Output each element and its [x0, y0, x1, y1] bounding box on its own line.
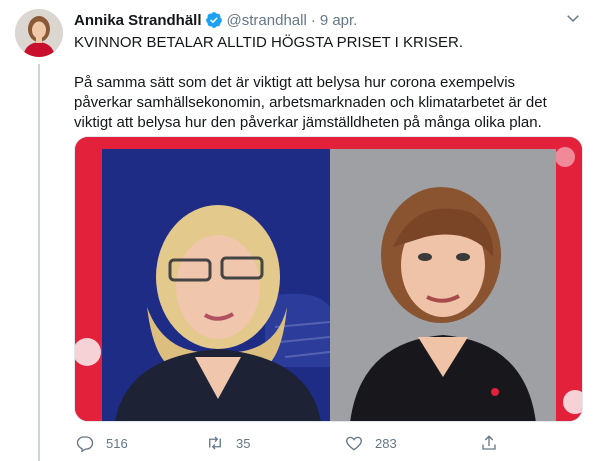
- heart-icon: [346, 436, 362, 451]
- tweet-text-headline: KVINNOR BETALAR ALLTID HÖGSTA PRISET I K…: [74, 34, 463, 51]
- reply-count: 516: [106, 435, 128, 451]
- separator-dot: ·: [310, 11, 316, 29]
- share-icon: [482, 435, 496, 450]
- verified-badge-icon: [205, 11, 223, 29]
- chevron-down-icon[interactable]: [564, 9, 582, 27]
- tweet-header: Annika Strandhäll @strandhall · 9 apr.: [74, 9, 584, 31]
- tweet-text: KVINNOR BETALAR ALLTID HÖGSTA PRISET I K…: [74, 33, 574, 133]
- author-handle[interactable]: @strandhall: [227, 12, 307, 29]
- retweet-button[interactable]: 35: [206, 432, 250, 454]
- author-name[interactable]: Annika Strandhäll: [74, 12, 202, 29]
- tweet-timestamp[interactable]: 9 apr.: [320, 12, 358, 29]
- reply-icon: [76, 436, 94, 452]
- avatar[interactable]: [15, 9, 63, 57]
- reply-button[interactable]: 516: [76, 432, 128, 454]
- media-photo: [75, 137, 582, 421]
- thread-line: [38, 64, 40, 461]
- tweet[interactable]: Annika Strandhäll @strandhall · 9 apr. K…: [74, 9, 584, 452]
- tweet-media-image[interactable]: [74, 136, 583, 422]
- avatar-photo: [15, 9, 63, 57]
- like-button[interactable]: 283: [345, 432, 397, 454]
- tweet-actions: 516 35 283: [74, 432, 584, 456]
- retweet-count: 35: [236, 435, 251, 451]
- like-count: 283: [375, 435, 397, 451]
- retweet-icon: [209, 436, 221, 450]
- tweet-text-body: På samma sätt som det är viktigt att bel…: [74, 74, 547, 131]
- share-button[interactable]: [480, 432, 510, 454]
